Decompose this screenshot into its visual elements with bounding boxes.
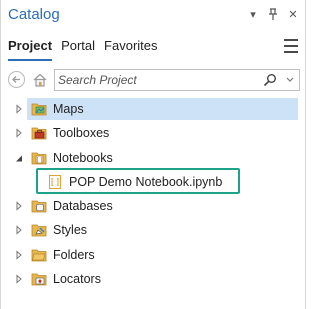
expand-arrow-icon[interactable] xyxy=(15,250,23,260)
catalog-pane: Catalog ▾ ✕ Project Portal Favorites Sea… xyxy=(0,0,306,309)
tree-item-label: Locators xyxy=(53,272,101,287)
tree-item-databases[interactable]: Databases xyxy=(1,194,305,218)
active-tab-indicator xyxy=(8,59,52,61)
home-icon xyxy=(33,73,47,87)
tree-item-toolboxes[interactable]: Toolboxes xyxy=(1,121,305,145)
search-field[interactable] xyxy=(54,69,300,91)
expand-arrow-icon[interactable] xyxy=(15,274,23,284)
tab-project[interactable]: Project xyxy=(8,38,52,58)
tree-item-notebooks[interactable]: Notebooks xyxy=(1,146,305,170)
tree-item-label: Databases xyxy=(53,199,113,214)
tab-portal[interactable]: Portal xyxy=(61,38,95,58)
expand-arrow-icon[interactable] xyxy=(15,104,23,114)
notebooks-folder-icon xyxy=(31,152,47,164)
tree-item-locators[interactable]: Locators xyxy=(1,267,305,291)
collapse-arrow-icon[interactable] xyxy=(15,153,23,163)
tree-item-label: Folders xyxy=(53,247,95,262)
tree-item-label: Maps xyxy=(53,102,84,116)
toolboxes-folder-icon xyxy=(31,127,47,140)
maps-folder-icon xyxy=(31,103,47,116)
tree-item-label: Notebooks xyxy=(53,150,113,165)
tree-item-folders[interactable]: Folders xyxy=(1,243,305,267)
tab-favorites[interactable]: Favorites xyxy=(104,38,157,58)
back-button[interactable] xyxy=(8,71,25,88)
search-row xyxy=(8,69,300,91)
folders-folder-icon xyxy=(31,249,47,262)
title-bar: Catalog ▾ ✕ xyxy=(1,0,305,32)
arrow-left-icon xyxy=(12,76,20,83)
tree-item-styles[interactable]: Styles xyxy=(1,218,305,242)
pane-options-dropdown[interactable]: ▾ xyxy=(247,7,259,21)
search-input[interactable] xyxy=(58,72,248,88)
tree-item-label: Styles xyxy=(53,223,88,238)
styles-folder-icon xyxy=(31,225,47,237)
close-icon[interactable]: ✕ xyxy=(287,7,299,21)
pin-icon[interactable] xyxy=(267,7,279,21)
tree-item-label: Toolboxes xyxy=(53,126,110,141)
tree-item-maps[interactable]: Maps xyxy=(1,97,305,121)
title-controls: ▾ ✕ xyxy=(247,7,299,21)
expand-arrow-icon[interactable] xyxy=(15,201,23,211)
home-button[interactable] xyxy=(31,71,49,89)
pane-title: Catalog xyxy=(8,6,60,23)
expand-arrow-icon[interactable] xyxy=(15,128,23,138)
menu-icon[interactable] xyxy=(284,39,298,53)
project-tree: Maps Toolboxes Notebooks POP Demo Notebo… xyxy=(1,97,305,291)
search-icon[interactable] xyxy=(263,73,277,87)
catalog-tabs: Project Portal Favorites xyxy=(8,38,158,58)
locators-folder-icon xyxy=(31,273,47,286)
chevron-down-icon[interactable] xyxy=(286,77,294,83)
databases-folder-icon xyxy=(31,200,47,213)
expand-arrow-icon[interactable] xyxy=(15,225,23,236)
item-highlight-box xyxy=(36,168,240,194)
